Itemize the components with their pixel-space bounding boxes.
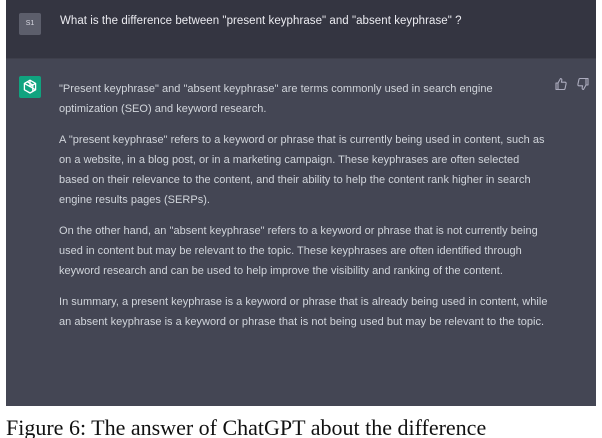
user-avatar: S1 [19,13,41,35]
answer-paragraph: A "present keyphrase" refers to a keywor… [59,134,545,206]
assistant-answer: "Present keyphrase" and "absent keyphras… [59,79,551,343]
assistant-message-row: "Present keyphrase" and "absent keyphras… [6,58,596,406]
answer-paragraph: In summary, a present keyphrase is a key… [59,296,548,328]
user-question: What is the difference between "present … [60,15,462,27]
chat-frame: S1 What is the difference between "prese… [6,0,596,406]
openai-logo-icon [19,76,41,98]
thumbs-down-icon[interactable] [576,77,590,91]
user-message-row: S1 What is the difference between "prese… [6,0,596,58]
thumbs-up-icon[interactable] [554,77,568,91]
figure-caption: Figure 6: The answer of ChatGPT about th… [6,415,487,438]
answer-paragraph: On the other hand, an "absent keyphrase"… [59,225,538,277]
answer-paragraph: "Present keyphrase" and "absent keyphras… [59,83,493,115]
